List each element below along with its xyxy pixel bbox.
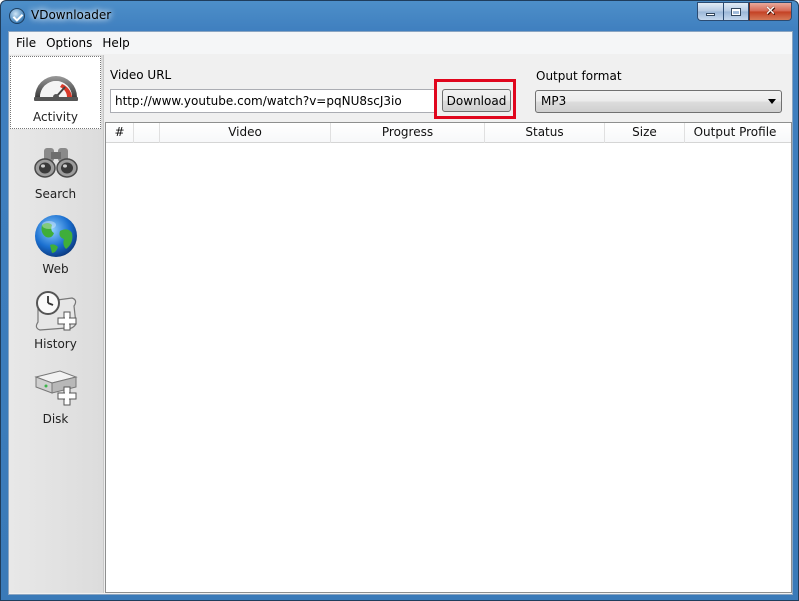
window-controls: ✕	[697, 2, 792, 21]
clock-scroll-icon	[35, 291, 77, 331]
download-button[interactable]: Download	[442, 89, 511, 112]
sidebar-item-activity[interactable]: Activity	[10, 56, 101, 129]
column-header-select[interactable]	[134, 123, 160, 143]
video-url-input[interactable]	[110, 89, 437, 113]
sidebar: Activity Search Web History Disk	[9, 55, 104, 593]
maximize-icon	[731, 7, 741, 16]
column-header-output-profile[interactable]: Output Profile	[685, 123, 785, 143]
output-format-select[interactable]: MP3	[535, 90, 782, 113]
sidebar-item-label: Search	[34, 187, 77, 201]
sidebar-item-disk[interactable]: Disk	[9, 355, 102, 430]
chevron-down-icon	[768, 99, 776, 104]
gauge-icon	[33, 76, 78, 101]
title-bar[interactable]: VDownloader ✕	[1, 1, 798, 31]
column-header-number[interactable]: #	[106, 123, 134, 143]
sidebar-item-label: Web	[42, 262, 69, 276]
column-header-status[interactable]: Status	[485, 123, 605, 143]
video-url-label: Video URL	[110, 68, 172, 82]
client-area: File Options Help Activity Search Web Hi…	[8, 31, 793, 595]
column-header-size[interactable]: Size	[605, 123, 685, 143]
app-window: VDownloader ✕ File Options Help Activity…	[0, 0, 799, 601]
column-header-video[interactable]: Video	[160, 123, 331, 143]
sidebar-item-label: History	[34, 337, 77, 351]
menu-file[interactable]: File	[11, 33, 41, 53]
globe-icon	[34, 215, 77, 257]
sidebar-item-search[interactable]: Search	[9, 130, 102, 205]
output-format-value: MP3	[541, 94, 567, 108]
menu-bar: File Options Help	[9, 32, 792, 54]
sidebar-item-label: Activity	[33, 110, 78, 124]
window-title: VDownloader	[31, 8, 112, 22]
table-header: # Video Progress Status Size Output Prof…	[106, 123, 791, 143]
sidebar-item-history[interactable]: History	[9, 280, 102, 355]
minimize-icon	[706, 13, 715, 16]
sidebar-item-label: Disk	[42, 412, 69, 426]
maximize-button[interactable]	[723, 2, 749, 21]
close-button[interactable]: ✕	[749, 2, 792, 21]
column-header-progress[interactable]: Progress	[331, 123, 485, 143]
sidebar-item-web[interactable]: Web	[9, 205, 102, 280]
main-panel: Video URL Download Output format MP3 # V…	[105, 55, 792, 593]
output-format-label: Output format	[536, 69, 622, 83]
menu-options[interactable]: Options	[41, 33, 97, 53]
menu-help[interactable]: Help	[97, 33, 134, 53]
binoculars-icon	[33, 148, 78, 178]
disk-drive-icon	[33, 370, 78, 406]
close-icon: ✕	[765, 4, 776, 19]
minimize-button[interactable]	[697, 2, 723, 21]
app-logo-icon[interactable]	[9, 8, 25, 24]
downloads-table: # Video Progress Status Size Output Prof…	[105, 122, 792, 593]
